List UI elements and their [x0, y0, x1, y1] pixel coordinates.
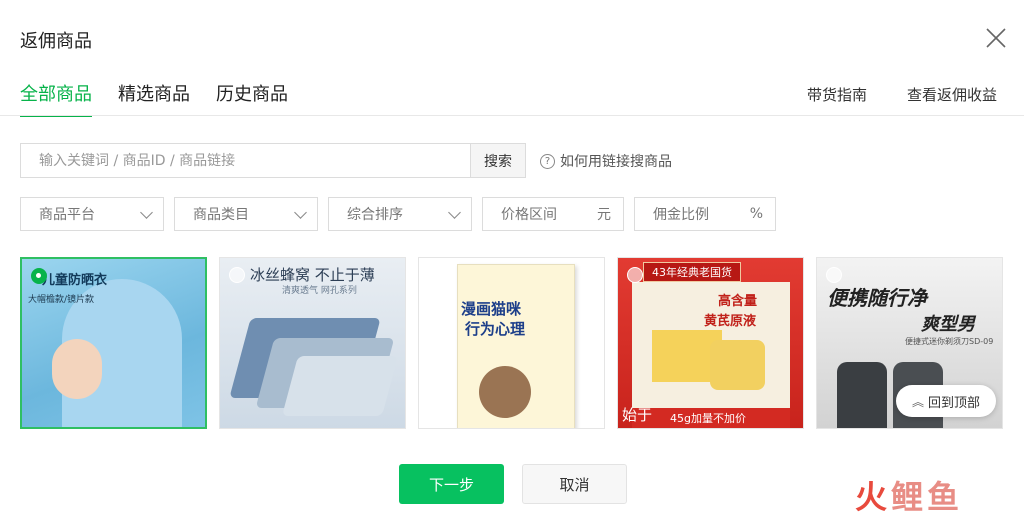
- question-icon: ?: [540, 153, 555, 169]
- category-select-label: 商品类目: [193, 207, 249, 223]
- product-image-text: 45g加量不加价: [670, 412, 746, 425]
- product-card[interactable]: 43年经典老国货 高含量 黄芪原液 45g加量不加价 始于: [617, 257, 804, 429]
- link-search-help[interactable]: ? 如何用链接搜商品: [540, 151, 672, 171]
- tab-bar: 全部商品 精选商品 历史商品: [20, 80, 288, 117]
- commission-rate-input[interactable]: 佣金比例 %: [634, 197, 776, 231]
- header-links: 带货指南 查看返佣收益: [807, 84, 997, 105]
- product-image-detail: [479, 366, 531, 418]
- price-range-input[interactable]: 价格区间 元: [482, 197, 624, 231]
- close-icon[interactable]: [984, 26, 1008, 50]
- product-card[interactable]: 儿童防晒衣 大帽檐款/镜片款: [20, 257, 207, 429]
- product-image-text: 高含量: [718, 294, 758, 309]
- sales-guide-link[interactable]: 带货指南: [807, 84, 867, 105]
- search-input[interactable]: [21, 144, 470, 177]
- chevron-down-icon: [448, 205, 461, 219]
- next-step-button[interactable]: 下一步: [399, 464, 504, 504]
- product-image-text: 始于: [622, 406, 653, 424]
- divider: [0, 115, 1024, 116]
- product-image-text: 行为心理: [465, 320, 526, 338]
- price-unit: 元: [597, 207, 611, 223]
- product-image-text: 黄芪原液: [704, 314, 757, 329]
- product-card[interactable]: 冰丝蜂窝 不止于薄 清爽透气 网孔系列: [219, 257, 406, 429]
- cancel-button[interactable]: 取消: [522, 464, 627, 504]
- commission-unit: %: [749, 206, 763, 222]
- select-radio[interactable]: [428, 267, 444, 283]
- product-image-text: 爽型男: [921, 314, 975, 335]
- select-radio[interactable]: [229, 267, 245, 283]
- category-select[interactable]: 商品类目: [174, 197, 318, 231]
- product-image-text: 43年经典老国货: [643, 262, 741, 282]
- product-image-text: 冰丝蜂窝 不止于薄: [250, 266, 375, 284]
- tab-featured-products[interactable]: 精选商品: [118, 80, 190, 117]
- product-image: [837, 362, 887, 428]
- product-image-text: 大帽檐款/镜片款: [28, 295, 95, 305]
- product-grid: 儿童防晒衣 大帽檐款/镜片款 冰丝蜂窝 不止于薄 清爽透气 网孔系列 漫画猫咪 …: [20, 257, 1003, 429]
- select-radio[interactable]: [627, 267, 643, 283]
- select-radio[interactable]: [826, 267, 842, 283]
- commission-rate-label: 佣金比例: [653, 207, 709, 223]
- tab-history-products[interactable]: 历史商品: [216, 80, 288, 117]
- price-range-label: 价格区间: [501, 207, 557, 223]
- watermark-text: 火: [855, 478, 892, 516]
- product-image-detail: [281, 356, 399, 416]
- back-to-top-label: 回到顶部: [928, 395, 981, 411]
- select-radio[interactable]: [31, 268, 47, 284]
- product-card[interactable]: 漫画猫咪 行为心理: [418, 257, 605, 429]
- search-bar: 搜索: [20, 143, 526, 178]
- chevron-down-icon: [140, 205, 153, 219]
- sort-select[interactable]: 综合排序: [328, 197, 472, 231]
- product-image-text: 便携随行净: [827, 286, 927, 310]
- view-earnings-link[interactable]: 查看返佣收益: [907, 84, 997, 105]
- watermark-logo: 火鲤鱼: [855, 472, 963, 518]
- platform-select-label: 商品平台: [39, 207, 95, 223]
- product-image-text: 漫画猫咪: [461, 300, 522, 318]
- product-image-detail: [52, 339, 102, 399]
- product-image-text: 便捷式迷你剃须刀SD-09: [905, 337, 994, 346]
- watermark-text: 鲤鱼: [891, 478, 964, 516]
- sort-select-label: 综合排序: [347, 207, 403, 223]
- product-image-text: 儿童防晒衣: [42, 273, 108, 288]
- back-to-top-button[interactable]: ︽ 回到顶部: [896, 385, 996, 417]
- product-image-detail: [710, 340, 765, 390]
- platform-select[interactable]: 商品平台: [20, 197, 164, 231]
- chevron-down-icon: [294, 205, 307, 219]
- filter-bar: 商品平台 商品类目 综合排序 价格区间 元 佣金比例 %: [20, 197, 776, 231]
- tab-all-products[interactable]: 全部商品: [20, 80, 92, 117]
- double-chevron-up-icon: ︽: [911, 394, 924, 409]
- dialog-title: 返佣商品: [20, 31, 92, 52]
- help-text: 如何用链接搜商品: [560, 154, 672, 170]
- product-image-text: 清爽透气 网孔系列: [282, 286, 357, 296]
- search-button[interactable]: 搜索: [470, 144, 525, 177]
